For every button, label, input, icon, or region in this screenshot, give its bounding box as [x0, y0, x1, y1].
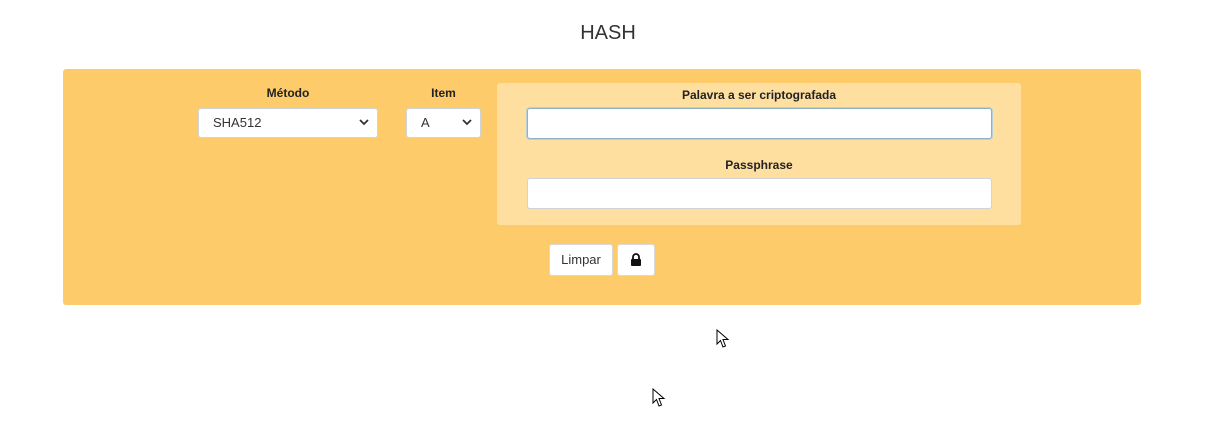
method-label: Método — [266, 86, 310, 100]
mouse-cursor-icon — [652, 388, 666, 407]
method-select-value: SHA512 — [213, 115, 262, 130]
crypto-input-box: Palavra a ser criptografada Passphrase — [497, 83, 1021, 225]
method-select[interactable]: SHA512 — [198, 108, 378, 138]
item-select-value: A — [421, 115, 430, 130]
mouse-cursor-icon — [716, 329, 730, 348]
clear-button[interactable]: Limpar — [549, 244, 613, 276]
lock-icon — [631, 253, 641, 266]
item-select[interactable]: A — [406, 108, 481, 138]
word-input[interactable] — [527, 108, 992, 139]
hash-form-panel: Método SHA512 Item A Palavra a ser cript… — [63, 69, 1141, 305]
passphrase-label: Passphrase — [725, 158, 793, 172]
word-label: Palavra a ser criptografada — [681, 88, 837, 102]
encrypt-button[interactable] — [617, 244, 655, 276]
page-title: HASH — [580, 22, 636, 44]
item-label: Item — [431, 86, 456, 100]
chevron-down-icon — [462, 119, 472, 126]
chevron-down-icon — [359, 119, 369, 126]
passphrase-input[interactable] — [527, 178, 992, 209]
